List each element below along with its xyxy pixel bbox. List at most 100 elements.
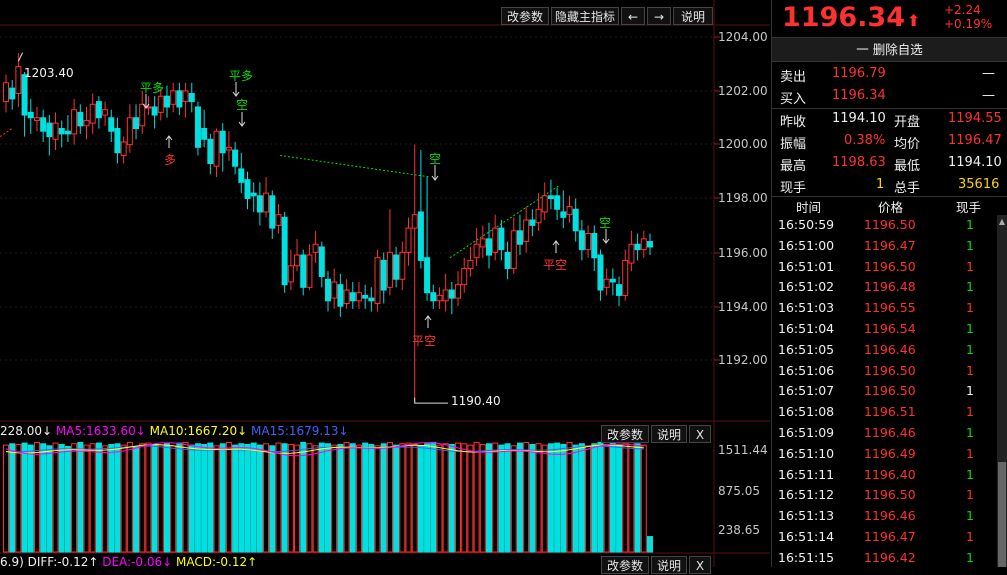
candle-body xyxy=(27,111,34,119)
tick-price: 1196.50 xyxy=(864,383,916,399)
volume-bar xyxy=(300,441,307,553)
volume-bar xyxy=(151,443,158,553)
scrollbar-thumb[interactable] xyxy=(998,462,1006,567)
candle-body xyxy=(238,168,245,183)
volume-help-button[interactable]: 说明 xyxy=(651,425,687,443)
amplitude-value: 0.38% xyxy=(844,133,886,148)
next-arrow-button[interactable]: → xyxy=(647,7,671,25)
tick-row[interactable]: 16:51:15 1196.42 1 xyxy=(772,548,994,569)
volume-bar xyxy=(355,444,362,553)
ticks-header-time: 时间 xyxy=(796,200,822,215)
volume-legend: 228.00↓ MA5:1633.60↓ MA10:1667.20↓ MA15:… xyxy=(0,424,349,438)
macd-help-button[interactable]: 说明 xyxy=(651,556,687,574)
tick-price: 1196.47 xyxy=(864,237,916,253)
volume-bar xyxy=(312,445,319,553)
volume-bar xyxy=(263,443,270,553)
tick-row[interactable]: 16:51:02 1196.48 1 xyxy=(772,277,994,298)
volume-bar xyxy=(294,444,301,553)
tick-volume: 1 xyxy=(966,466,974,482)
volume-bar xyxy=(411,443,418,553)
volume-params-button[interactable]: 改参数 xyxy=(601,425,649,443)
candle-body xyxy=(40,117,47,132)
scroll-up-icon[interactable]: ▲ xyxy=(998,217,1006,227)
tick-row[interactable]: 16:51:00 1196.47 1 xyxy=(772,236,994,257)
tick-volume: 1 xyxy=(966,279,974,295)
signal-guide xyxy=(279,154,431,178)
tick-time: 16:51:03 xyxy=(778,300,835,316)
main-params-button[interactable]: 改参数 xyxy=(501,7,549,25)
volume-bar xyxy=(15,443,22,553)
volume-bar xyxy=(386,441,393,553)
candle-body xyxy=(64,130,71,135)
tick-volume: 1 xyxy=(966,425,974,440)
candle-body xyxy=(331,281,338,299)
signal-label: 平空 xyxy=(412,334,437,348)
remove-watchlist-button[interactable]: 一 删除自选 xyxy=(772,37,1007,62)
prev-arrow-button[interactable]: ← xyxy=(621,7,645,25)
volume-bar xyxy=(207,442,214,553)
candle-body xyxy=(3,82,9,103)
volume-bar xyxy=(572,444,579,553)
hide-indicator-button[interactable]: 隐藏主指标 xyxy=(551,7,619,25)
high-marker xyxy=(17,52,24,62)
volume-axis-low: 238.65 xyxy=(718,523,760,537)
tick-row[interactable]: 16:51:12 1196.50 1 xyxy=(772,485,994,506)
tick-row[interactable]: 16:51:07 1196.50 1 xyxy=(772,381,994,402)
candle-body xyxy=(207,138,214,165)
volume-bar xyxy=(647,536,653,553)
tick-volume: 1 xyxy=(966,404,974,420)
tick-volume: 1 xyxy=(966,321,974,336)
volume-bar xyxy=(560,443,567,553)
volume-bar xyxy=(52,442,59,553)
macd-close-button[interactable]: X xyxy=(689,556,711,574)
volume-bar xyxy=(232,444,239,553)
tick-volume: 1 xyxy=(966,237,974,253)
candle-body xyxy=(46,122,53,138)
candle-body xyxy=(281,216,288,286)
candle-body xyxy=(609,278,616,283)
ticks-list[interactable]: 16:50:59 1196.50 1 16:51:00 1196.47 1 16:51:01… xyxy=(772,215,996,567)
tick-price: 1196.54 xyxy=(864,321,916,336)
tick-time: 16:51:09 xyxy=(778,425,835,440)
volume-bar xyxy=(479,443,486,553)
tick-row[interactable]: 16:51:14 1196.47 1 xyxy=(772,527,994,548)
tick-row[interactable]: 16:51:04 1196.54 1 xyxy=(772,319,994,340)
volume-bar xyxy=(64,445,71,553)
main-help-button[interactable]: 说明 xyxy=(673,7,713,25)
tick-row[interactable]: 16:51:01 1196.50 1 xyxy=(772,257,994,278)
chart-area[interactable]: 改参数 隐藏主指标 ← → 说明 1204.00 1202.00 1200.00… xyxy=(0,0,770,574)
tick-row[interactable]: 16:51:05 1196.46 1 xyxy=(772,340,994,361)
quote-panel: 1196.34 ⬆ +2.24 +0.19% 一 删除自选 卖出 1196.79 … xyxy=(771,0,1007,567)
tick-row[interactable]: 16:51:10 1196.49 1 xyxy=(772,444,994,465)
candle-body xyxy=(89,103,96,124)
tick-row[interactable]: 16:51:09 1196.46 1 xyxy=(772,423,994,444)
tick-row[interactable]: 16:51:13 1196.46 1 xyxy=(772,506,994,527)
up-arrow-icon: ⬆ xyxy=(906,11,921,30)
tick-price: 1196.51 xyxy=(864,404,916,420)
macd-params-button[interactable]: 改参数 xyxy=(601,556,649,574)
volume-close-button[interactable]: X xyxy=(689,425,711,443)
tick-row[interactable]: 16:50:59 1196.50 1 xyxy=(772,215,994,236)
tick-price: 1196.50 xyxy=(864,362,916,378)
volume-bar xyxy=(145,442,152,553)
candle-body xyxy=(250,192,257,197)
volume-bar xyxy=(554,442,561,553)
candle-body xyxy=(535,208,542,224)
last-price: 1196.34 ⬆ xyxy=(782,2,920,33)
tick-row[interactable]: 16:51:03 1196.55 1 xyxy=(772,298,994,319)
ma10-value: MA10:1667.20↓ xyxy=(149,424,248,438)
volume-bar xyxy=(133,445,140,553)
candle-body xyxy=(58,128,65,135)
tick-price: 1196.50 xyxy=(864,487,916,503)
volume-bar xyxy=(108,443,115,553)
candle-body xyxy=(325,278,331,302)
tick-volume: 1 xyxy=(966,258,974,274)
tick-time: 16:51:10 xyxy=(778,445,835,461)
tick-row[interactable]: 16:51:11 1196.40 1 xyxy=(772,465,994,486)
tick-row[interactable]: 16:51:08 1196.51 1 xyxy=(772,402,994,423)
signal-label: 平多 xyxy=(229,69,254,83)
candlestick-chart[interactable] xyxy=(0,0,770,567)
price-label-1202: 1202.00 xyxy=(718,84,768,98)
volume-bar xyxy=(281,443,288,553)
tick-row[interactable]: 16:51:06 1196.50 1 xyxy=(772,361,994,382)
